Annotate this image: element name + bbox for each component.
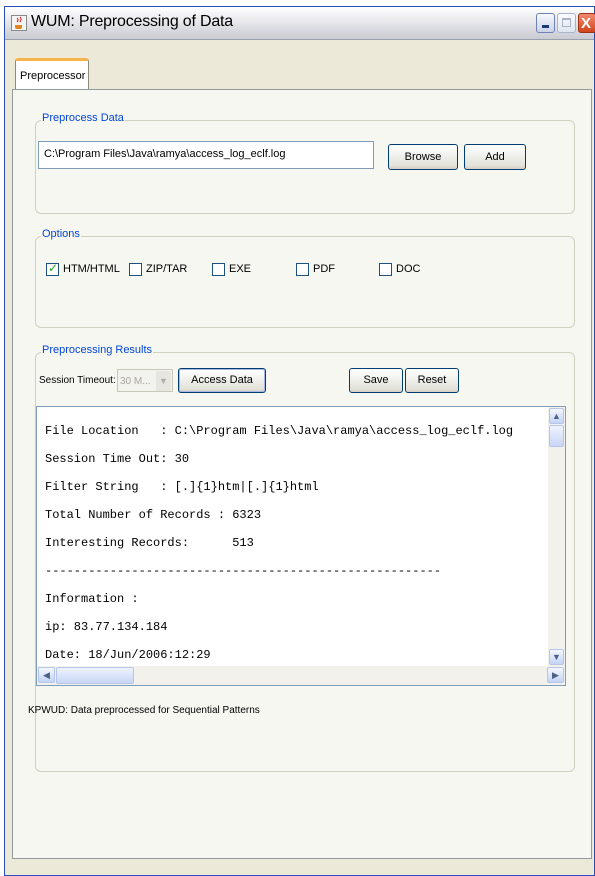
checkbox-label: DOC xyxy=(396,263,421,275)
add-button[interactable]: Add xyxy=(464,144,526,170)
output-line: Session Time Out: 30 xyxy=(45,452,190,466)
options-title: Options xyxy=(41,228,81,240)
browse-button-label: Browse xyxy=(404,151,442,163)
chevron-down-icon: ▼ xyxy=(552,652,561,662)
window-title: WUM: Preprocessing of Data xyxy=(31,13,233,30)
checkbox-label: ZIP/TAR xyxy=(146,263,188,275)
vertical-scroll-thumb[interactable] xyxy=(549,425,564,447)
checkbox-label: PDF xyxy=(313,263,335,275)
output-line: Information : xyxy=(45,592,139,606)
scroll-down-button[interactable]: ▼ xyxy=(549,649,564,665)
access-data-label: Access Data xyxy=(191,374,253,386)
scroll-up-button[interactable]: ▲ xyxy=(549,408,564,424)
reset-button-label: Reset xyxy=(417,374,447,386)
maximize-button[interactable] xyxy=(557,13,576,33)
options-group: Options ✓ HTM/HTML ZIP/TAR EXE PDF DOC xyxy=(35,228,575,328)
checkbox-box xyxy=(212,263,225,276)
scroll-left-button[interactable]: ◀ xyxy=(38,667,55,683)
output-text-area[interactable]: File Location : C:\Program Files\Java\ra… xyxy=(36,406,566,686)
status-message: KPWUD: Data preprocessed for Sequential … xyxy=(28,705,260,716)
checkmark-icon: ✓ xyxy=(48,261,59,275)
tab-preprocessor[interactable]: Preprocessor xyxy=(15,58,89,90)
output-line: Total Number of Records : 6323 xyxy=(45,508,262,522)
session-timeout-label: Session Timeout: xyxy=(39,375,116,386)
reset-button[interactable]: Reset xyxy=(405,368,459,393)
preprocess-data-group: Preprocess Data C:\Program Files\Java\ra… xyxy=(35,112,575,214)
horizontal-scroll-thumb[interactable] xyxy=(56,667,134,684)
chevron-down-icon: ▼ xyxy=(156,371,171,391)
checkbox-label: HTM/HTML xyxy=(63,263,120,275)
checkbox-box xyxy=(129,263,142,276)
output-line: Filter String : [.]{1}htm|[.]{1}html xyxy=(45,480,319,494)
output-line: ----------------------------------------… xyxy=(45,564,442,578)
preprocess-data-title: Preprocess Data xyxy=(41,112,125,124)
maximize-icon xyxy=(562,18,571,27)
chevron-up-icon: ▲ xyxy=(552,411,561,421)
output-line: Date: 18/Jun/2006:12:29 xyxy=(45,648,211,662)
checkbox-box xyxy=(296,263,309,276)
title-bar[interactable]: WUM: Preprocessing of Data X xyxy=(5,7,595,40)
close-button[interactable]: X xyxy=(578,13,595,33)
checkbox-label: EXE xyxy=(229,263,252,275)
output-text[interactable]: File Location : C:\Program Files\Java\ra… xyxy=(37,407,548,666)
output-line: Interesting Records: 513 xyxy=(45,536,254,550)
close-icon: X xyxy=(581,15,592,32)
horizontal-scrollbar[interactable]: ◀ ▶ xyxy=(37,666,565,685)
java-cup-icon xyxy=(11,15,27,31)
save-button-label: Save xyxy=(363,374,389,386)
minimize-button[interactable] xyxy=(536,13,555,33)
add-button-label: Add xyxy=(485,151,505,163)
output-line: ip: 83.77.134.184 xyxy=(45,620,168,634)
access-data-button[interactable]: Access Data xyxy=(178,368,266,393)
preprocessing-results-title: Preprocessing Results xyxy=(41,344,154,356)
vertical-scrollbar[interactable]: ▲ ▼ xyxy=(548,407,565,666)
chevron-left-icon: ◀ xyxy=(43,670,50,680)
checkbox-box: ✓ xyxy=(46,261,59,276)
session-timeout-select[interactable]: 30 M... ▼ xyxy=(117,369,173,392)
chevron-right-icon: ▶ xyxy=(552,670,559,680)
minimize-icon xyxy=(542,25,549,28)
browse-button[interactable]: Browse xyxy=(388,144,458,170)
session-timeout-value: 30 M... xyxy=(120,376,151,387)
file-path-field[interactable]: C:\Program Files\Java\ramya\access_log_e… xyxy=(38,141,374,169)
checkbox-box xyxy=(379,263,392,276)
scroll-right-button[interactable]: ▶ xyxy=(547,667,564,683)
save-button[interactable]: Save xyxy=(349,368,403,393)
output-line: File Location : C:\Program Files\Java\ra… xyxy=(45,424,514,438)
tab-label: Preprocessor xyxy=(20,70,86,82)
